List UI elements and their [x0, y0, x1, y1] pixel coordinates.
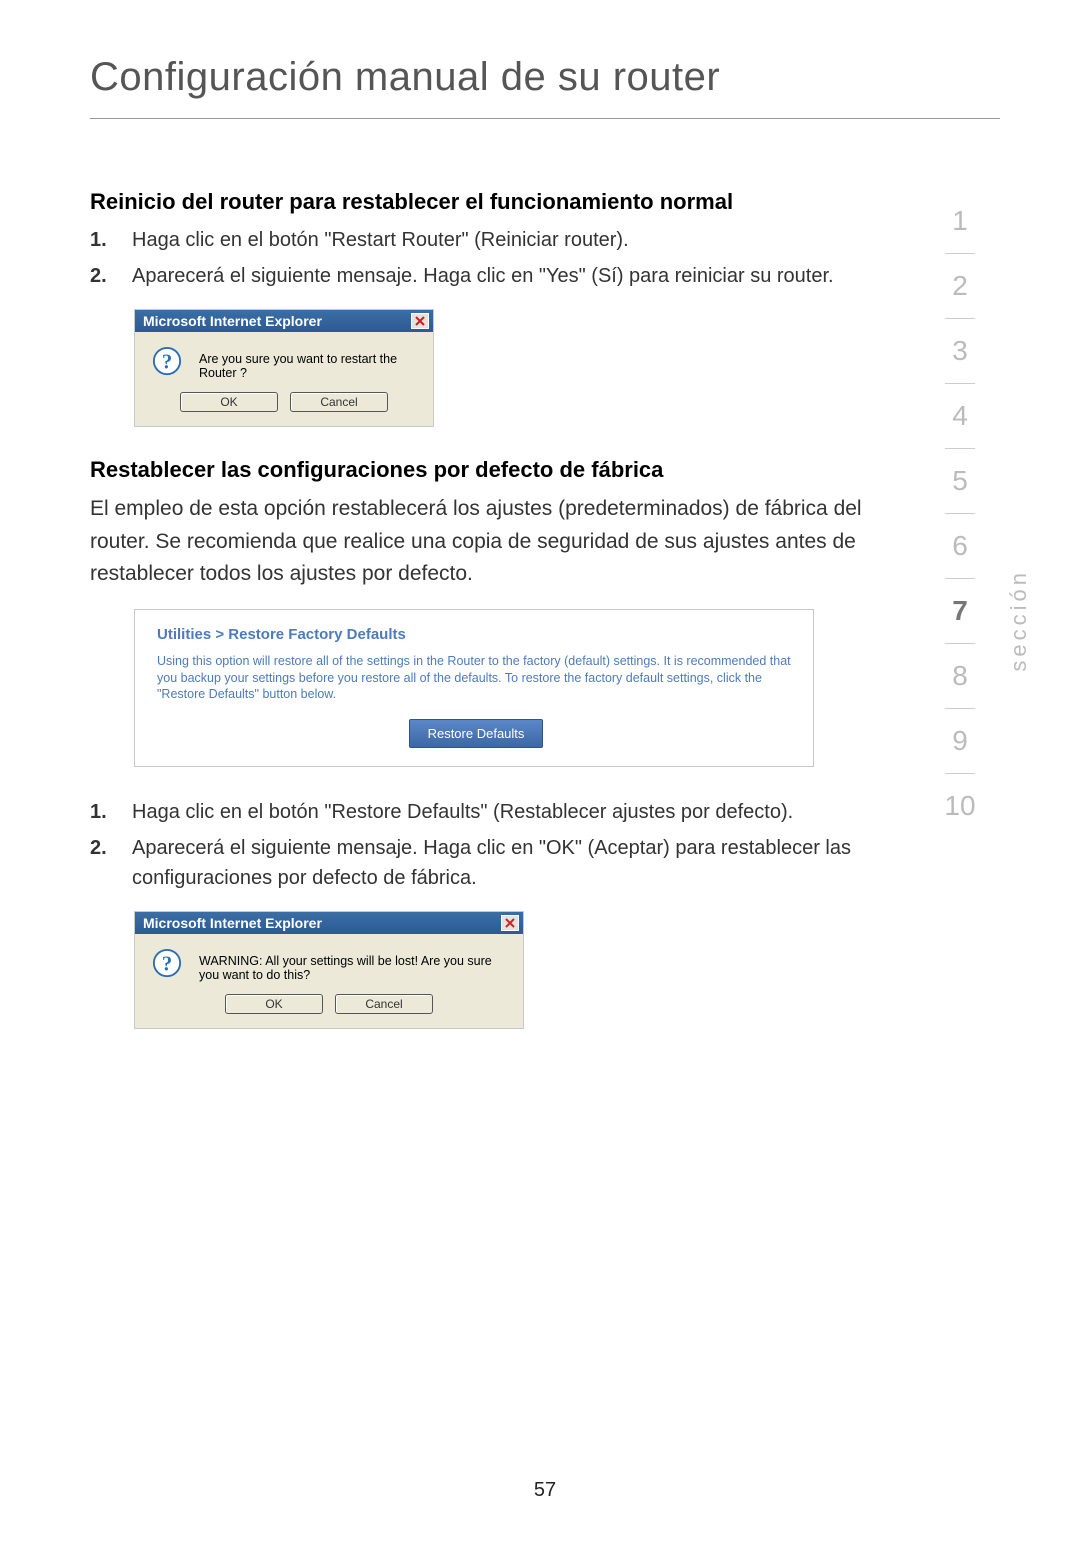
step-text: Aparecerá el siguiente mensaje. Haga cli…	[132, 833, 900, 893]
dialog-body: ? WARNING: All your settings will be los…	[135, 934, 523, 988]
question-icon: ?	[149, 346, 185, 380]
dialog-body: ? Are you sure you want to restart the R…	[135, 332, 433, 386]
close-button[interactable]	[501, 915, 519, 931]
section-nav-item[interactable]: 4	[940, 384, 980, 448]
panel-text: Using this option will restore all of th…	[157, 653, 795, 704]
section-list: 12345678910	[920, 189, 1000, 838]
close-icon	[415, 316, 425, 326]
dialog-buttons: OK Cancel	[135, 386, 433, 426]
section2-steps: 1. Haga clic en el botón "Restore Defaul…	[90, 797, 900, 893]
page-number: 57	[90, 1449, 1000, 1502]
restart-dialog: Microsoft Internet Explorer ? Are you su…	[134, 309, 434, 427]
svg-text:?: ?	[162, 954, 172, 976]
dialog-titlebar: Microsoft Internet Explorer	[135, 912, 523, 934]
dialog-title: Microsoft Internet Explorer	[143, 313, 322, 329]
step-number: 1.	[90, 797, 132, 827]
dialog-titlebar: Microsoft Internet Explorer	[135, 310, 433, 332]
step-text: Aparecerá el siguiente mensaje. Haga cli…	[132, 261, 900, 291]
panel-button-row: Restore Defaults	[157, 719, 795, 748]
section-nav-item[interactable]: 1	[940, 189, 980, 253]
list-item: 2. Aparecerá el siguiente mensaje. Haga …	[90, 833, 900, 893]
ok-button[interactable]: OK	[180, 392, 278, 412]
section-nav-item[interactable]: 2	[940, 254, 980, 318]
section-nav-item[interactable]: 5	[940, 449, 980, 513]
main-content: Reinicio del router para restablecer el …	[90, 189, 920, 1059]
section-nav-item[interactable]: 8	[940, 644, 980, 708]
document-page: Configuración manual de su router Reinic…	[0, 0, 1080, 1542]
restore-defaults-button[interactable]: Restore Defaults	[409, 719, 544, 748]
section1-steps: 1. Haga clic en el botón "Restart Router…	[90, 225, 900, 291]
section-nav-item[interactable]: 3	[940, 319, 980, 383]
step-number: 1.	[90, 225, 132, 255]
section2-body: El empleo de esta opción restablecerá lo…	[90, 493, 900, 591]
step-number: 2.	[90, 261, 132, 291]
close-button[interactable]	[411, 313, 429, 329]
list-item: 1. Haga clic en el botón "Restart Router…	[90, 225, 900, 255]
section-label: sección	[1006, 569, 1032, 672]
restore-defaults-panel: Utilities > Restore Factory Defaults Usi…	[134, 609, 814, 768]
section2-heading: Restablecer las configuraciones por defe…	[90, 457, 900, 483]
svg-text:?: ?	[162, 352, 172, 374]
question-icon: ?	[149, 948, 185, 982]
dialog-message: Are you sure you want to restart the Rou…	[199, 346, 419, 380]
list-item: 2. Aparecerá el siguiente mensaje. Haga …	[90, 261, 900, 291]
step-text: Haga clic en el botón "Restart Router" (…	[132, 225, 900, 255]
cancel-button[interactable]: Cancel	[290, 392, 388, 412]
step-number: 2.	[90, 833, 132, 893]
section-nav-item[interactable]: 10	[940, 774, 980, 838]
section-nav-item[interactable]: 9	[940, 709, 980, 773]
step-text: Haga clic en el botón "Restore Defaults"…	[132, 797, 900, 827]
list-item: 1. Haga clic en el botón "Restore Defaul…	[90, 797, 900, 827]
dialog-buttons: OK Cancel	[135, 988, 523, 1028]
ok-button[interactable]: OK	[225, 994, 323, 1014]
page-title: Configuración manual de su router	[90, 55, 1000, 100]
content-columns: Reinicio del router para restablecer el …	[90, 189, 1000, 1059]
dialog-title: Microsoft Internet Explorer	[143, 915, 322, 931]
dialog-message: WARNING: All your settings will be lost!…	[199, 948, 509, 982]
title-rule	[90, 118, 1000, 119]
warning-dialog: Microsoft Internet Explorer ? WARNING: A…	[134, 911, 524, 1029]
close-icon	[505, 918, 515, 928]
section1-heading: Reinicio del router para restablecer el …	[90, 189, 900, 215]
section-sidebar: 12345678910 sección	[920, 189, 1000, 838]
cancel-button[interactable]: Cancel	[335, 994, 433, 1014]
panel-breadcrumb: Utilities > Restore Factory Defaults	[157, 626, 795, 643]
section-nav-item[interactable]: 6	[940, 514, 980, 578]
section-nav-item[interactable]: 7	[940, 579, 980, 643]
